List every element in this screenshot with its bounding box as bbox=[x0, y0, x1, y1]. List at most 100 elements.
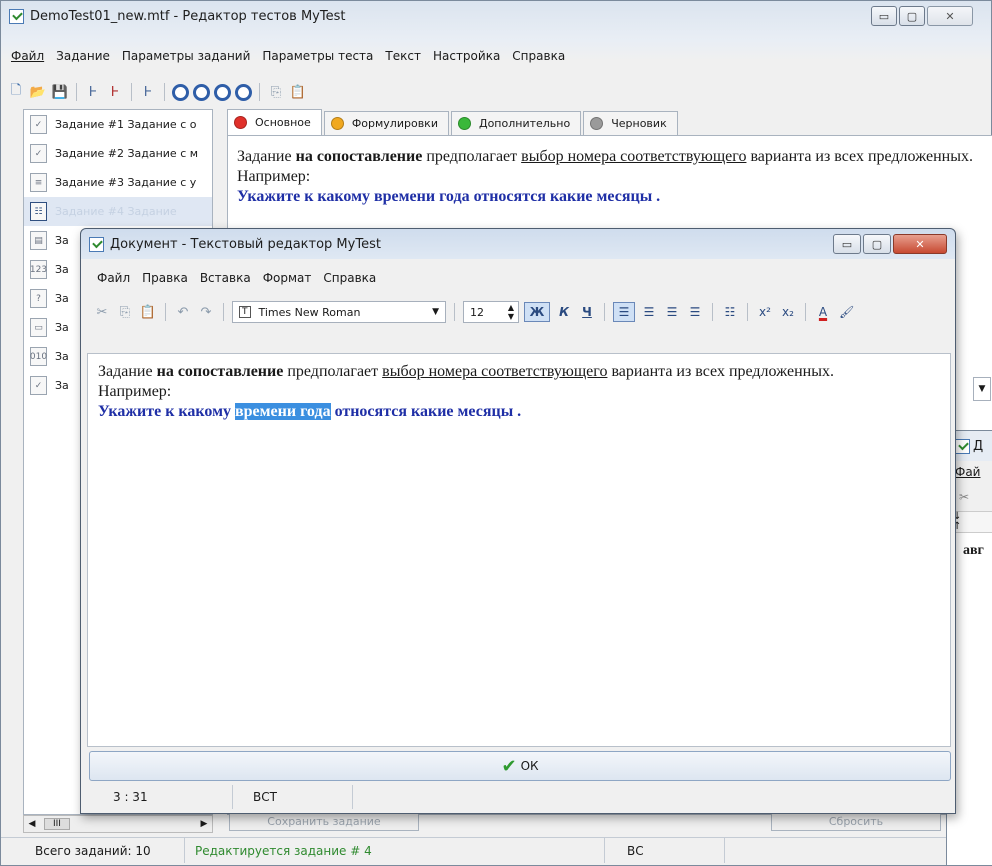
maximize-button[interactable]: ▢ bbox=[899, 6, 925, 26]
save-task-button[interactable]: Сохранить задание bbox=[229, 813, 419, 831]
cut-icon[interactable]: ✂ bbox=[959, 490, 969, 504]
editor-menu-file[interactable]: Файл bbox=[91, 271, 136, 285]
underline-button[interactable]: Ч bbox=[578, 302, 596, 322]
undo-icon[interactable]: ↶ bbox=[174, 303, 192, 321]
main-task-text: Задание на сопоставление предполагает вы… bbox=[237, 148, 973, 205]
menu-task[interactable]: Задание bbox=[50, 49, 116, 63]
font-name-value: Times New Roman bbox=[258, 305, 361, 319]
italic-button[interactable]: К bbox=[555, 302, 573, 322]
task-check-icon: ✓ bbox=[30, 115, 47, 134]
add-task-icon[interactable]: Ⱶ bbox=[84, 83, 102, 101]
move-up-icon[interactable] bbox=[172, 83, 189, 101]
copy-icon[interactable]: ⎘ bbox=[267, 83, 285, 101]
editor-menu-edit[interactable]: Правка bbox=[136, 271, 194, 285]
cut-icon[interactable]: ✂ bbox=[93, 303, 111, 321]
toolbar-separator bbox=[131, 83, 132, 101]
tab-main[interactable]: Основное bbox=[227, 109, 322, 135]
insert-mode: ВСТ bbox=[233, 785, 353, 809]
editor-document-text: Задание на сопоставление предполагает вы… bbox=[98, 363, 834, 420]
reset-button[interactable]: Сбросить bbox=[771, 813, 941, 831]
open-folder-icon[interactable]: 📂 bbox=[29, 83, 47, 101]
red-dot-icon bbox=[234, 116, 247, 129]
scroll-thumb[interactable]: III bbox=[44, 818, 70, 830]
minimize-button[interactable]: ▭ bbox=[871, 6, 897, 26]
editor-minimize-button[interactable]: ▭ bbox=[833, 234, 861, 254]
main-menubar: Файл Задание Параметры заданий Параметры… bbox=[1, 45, 992, 67]
task-icon: ▭ bbox=[30, 318, 47, 337]
subscript-icon[interactable]: x₂ bbox=[779, 302, 797, 322]
scroll-left-icon[interactable]: ◀ bbox=[24, 819, 40, 829]
editor-text-area[interactable]: Задание на сопоставление предполагает вы… bbox=[87, 353, 951, 747]
close-button[interactable]: ✕ bbox=[927, 6, 973, 26]
move-down-icon[interactable] bbox=[193, 83, 210, 101]
task-item-4[interactable]: ☷ Задание #4 Задание bbox=[24, 197, 212, 226]
toolbar-separator bbox=[747, 303, 748, 321]
task-icon: ▤ bbox=[30, 231, 47, 250]
toolbar-separator bbox=[165, 303, 166, 321]
align-left-icon[interactable]: ☰ bbox=[613, 302, 635, 322]
editor-menu-insert[interactable]: Вставка bbox=[194, 271, 257, 285]
task-item-1[interactable]: ✓ Задание #1 Задание с о bbox=[24, 110, 212, 139]
move-top-icon[interactable] bbox=[214, 83, 231, 101]
orange-dot-icon bbox=[330, 117, 344, 130]
status-editing: Редактируется задание # 4 bbox=[185, 838, 605, 863]
delete-task-icon[interactable]: Ⱶ bbox=[106, 83, 124, 101]
menu-task-params[interactable]: Параметры заданий bbox=[116, 49, 257, 63]
copy-icon[interactable]: ⎘ bbox=[116, 303, 134, 321]
font-color-icon[interactable]: A bbox=[814, 302, 832, 322]
save-icon[interactable]: 💾 bbox=[51, 83, 69, 101]
task-item-3[interactable]: ≡ Задание #3 Задание с у bbox=[24, 168, 212, 197]
main-toolbar: 🗋 📂 💾 Ⱶ Ⱶ Ⱶ ⎘ 📋 bbox=[1, 79, 601, 105]
toolbar-separator bbox=[164, 83, 165, 101]
task-check-icon: ✓ bbox=[30, 376, 47, 395]
menu-file[interactable]: Файл bbox=[5, 49, 50, 63]
editor-maximize-button[interactable]: ▢ bbox=[863, 234, 891, 254]
superscript-icon[interactable]: x² bbox=[756, 302, 774, 322]
editor-close-button[interactable]: ✕ bbox=[893, 234, 947, 254]
bold-button[interactable]: Ж bbox=[524, 302, 550, 322]
align-right-icon[interactable]: ☰ bbox=[663, 302, 681, 322]
main-statusbar: Всего заданий: 10 Редактируется задание … bbox=[1, 837, 992, 863]
move-bottom-icon[interactable] bbox=[235, 83, 252, 101]
font-size-input[interactable]: 12 ▲ ▼ bbox=[463, 301, 519, 323]
checkmark-icon: ✔ bbox=[501, 755, 517, 777]
ok-button[interactable]: ✔ ОК bbox=[89, 751, 951, 781]
menu-text[interactable]: Текст bbox=[379, 49, 427, 63]
toolbar-separator bbox=[259, 83, 260, 101]
menu-help[interactable]: Справка bbox=[506, 49, 571, 63]
paste-icon[interactable]: 📋 bbox=[139, 303, 157, 321]
chevron-down-icon[interactable]: ▼ bbox=[432, 307, 439, 317]
app-icon bbox=[955, 438, 970, 454]
main-right-combo-arrow[interactable]: ▼ bbox=[973, 377, 991, 401]
main-tabs: Основное Формулировки Дополнительно Черн… bbox=[227, 109, 987, 135]
scroll-right-icon[interactable]: ▶ bbox=[196, 819, 212, 829]
task-params-icon[interactable]: Ⱶ bbox=[139, 83, 157, 101]
toolbar-separator bbox=[454, 303, 455, 321]
cursor-position: 3 : 31 bbox=[87, 785, 233, 809]
tab-formulations[interactable]: Формулировки bbox=[323, 111, 449, 135]
task-list-hscrollbar[interactable]: ◀ III ▶ bbox=[23, 815, 213, 833]
align-justify-icon[interactable]: ☰ bbox=[686, 302, 704, 322]
toolbar-separator bbox=[712, 303, 713, 321]
spinner-icon[interactable]: ▲ ▼ bbox=[508, 303, 514, 321]
third-menu-file[interactable]: Фай bbox=[955, 465, 980, 479]
tab-additional[interactable]: Дополнительно bbox=[450, 111, 582, 135]
editor-menu-help[interactable]: Справка bbox=[317, 271, 382, 285]
third-text: авг bbox=[963, 543, 984, 558]
gray-dot-icon bbox=[590, 117, 604, 130]
editor-menu-format[interactable]: Формат bbox=[257, 271, 318, 285]
task-item-2[interactable]: ✓ Задание #2 Задание с м bbox=[24, 139, 212, 168]
font-name-select[interactable]: T Times New Roman ▼ bbox=[232, 301, 446, 323]
redo-icon[interactable]: ↷ bbox=[197, 303, 215, 321]
align-center-icon[interactable]: ☰ bbox=[640, 302, 658, 322]
editor-window: Документ - Текстовый редактор MyTest ▭ ▢… bbox=[80, 228, 956, 814]
green-dot-icon bbox=[457, 117, 471, 130]
new-file-icon[interactable]: 🗋 bbox=[7, 83, 25, 101]
menu-test-params[interactable]: Параметры теста bbox=[256, 49, 379, 63]
editor-menubar: Файл Правка Вставка Формат Справка bbox=[87, 267, 382, 289]
paste-icon[interactable]: 📋 bbox=[289, 83, 307, 101]
highlight-color-icon[interactable]: 🖌 bbox=[837, 302, 856, 322]
tab-draft[interactable]: Черновик bbox=[583, 111, 678, 135]
bullet-list-icon[interactable]: ☷ bbox=[721, 302, 739, 322]
menu-settings[interactable]: Настройка bbox=[427, 49, 506, 63]
